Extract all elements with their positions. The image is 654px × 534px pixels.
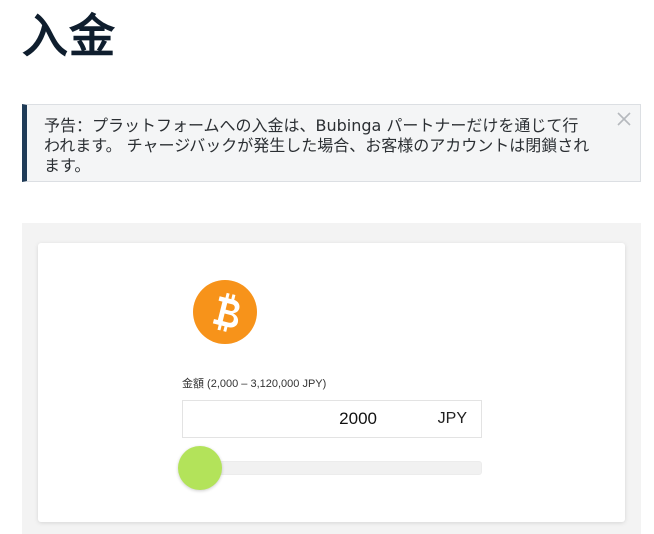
notice-banner: 予告：プラットフォームへの入金は、Bubinga パートナーだけを通じて行われま… bbox=[22, 104, 641, 182]
deposit-panel: 金額 (2,000 – 3,120,000 JPY) JPY bbox=[22, 223, 641, 534]
close-icon[interactable] bbox=[614, 109, 634, 129]
amount-slider-thumb[interactable] bbox=[178, 446, 222, 490]
payment-card: 金額 (2,000 – 3,120,000 JPY) JPY bbox=[38, 243, 625, 522]
bitcoin-icon bbox=[193, 280, 257, 344]
amount-slider-track[interactable] bbox=[182, 461, 482, 475]
notice-text: 予告：プラットフォームへの入金は、Bubinga パートナーだけを通じて行われま… bbox=[44, 116, 590, 175]
page-title: 入金 bbox=[22, 9, 116, 63]
amount-label: 金額 (2,000 – 3,120,000 JPY) bbox=[182, 378, 327, 390]
amount-field: JPY bbox=[182, 400, 482, 438]
currency-label: JPY bbox=[437, 410, 467, 427]
amount-input[interactable] bbox=[183, 401, 377, 437]
